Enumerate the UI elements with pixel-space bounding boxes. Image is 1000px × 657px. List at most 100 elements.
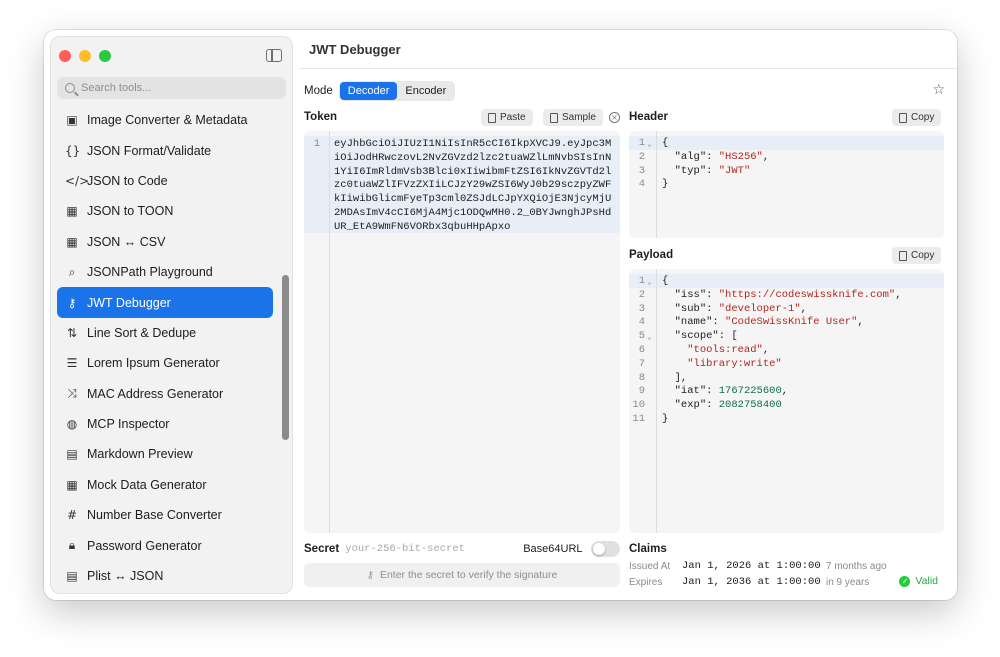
expires-relative: in 9 years xyxy=(826,576,870,588)
header-code-line: "alg": "HS256", xyxy=(674,150,770,163)
sidebar-item-label: Line Sort & Dedupe xyxy=(87,325,197,340)
key-icon: ⚷ xyxy=(366,569,374,581)
payload-line-number: 4 xyxy=(638,316,645,329)
payload-editor[interactable]: 1 ⌄{2 "iss": "https://codeswissknife.com"… xyxy=(629,269,944,533)
sidebar-item-label: JSON ↔ CSV xyxy=(87,234,166,249)
sidebar-item-label: MAC Address Generator xyxy=(87,386,224,401)
sample-button[interactable]: Sample xyxy=(543,109,603,126)
magnifier-icon: ⌕ xyxy=(68,264,76,279)
header-copy-button[interactable]: Copy xyxy=(892,109,942,126)
payload-label: Payload xyxy=(629,249,674,261)
payload-code-line: } xyxy=(662,413,669,425)
claims-label: Claims xyxy=(629,543,667,555)
sidebar-item-label: JWT Debugger xyxy=(87,295,171,310)
base64url-toggle[interactable] xyxy=(590,541,620,557)
header-line-number: 2 xyxy=(638,150,645,163)
payload-code-line: "name": "CodeSwissKnife User", xyxy=(674,316,864,329)
header-line-highlight xyxy=(629,136,944,150)
sidebar-item-json-format-validate[interactable]: {} JSON Format/Validate xyxy=(57,135,273,165)
payload-code-line: "scope": [ xyxy=(674,330,738,343)
payload-code-line: { xyxy=(662,275,669,287)
payload-code-line: "exp": 2082758400 xyxy=(674,399,782,412)
sidebar-item-number-base-converter[interactable]: # Number Base Converter xyxy=(57,500,273,530)
search-input[interactable]: Search tools... xyxy=(57,77,286,99)
paste-button[interactable]: Paste xyxy=(481,109,533,126)
sidebar-item-image-converter-metadata[interactable]: ▣ Image Converter & Metadata xyxy=(57,105,273,135)
sidebar-item-json-to-code[interactable]: </> JSON to Code xyxy=(57,166,273,196)
sidebar-item-line-sort-dedupe[interactable]: ⇅ Line Sort & Dedupe xyxy=(57,318,273,348)
payload-copy-label: Copy xyxy=(911,250,935,261)
header-line-number: 1 xyxy=(638,137,645,149)
issued-at-value: Jan 1, 2026 at 1:00:00 xyxy=(682,560,821,572)
sidebar-item-mcp-inspector[interactable]: ◍ MCP Inspector xyxy=(57,409,273,439)
document-icon: ▤ xyxy=(66,447,78,462)
header-line-number: 3 xyxy=(638,164,645,177)
payload-copy-button[interactable]: Copy xyxy=(892,247,942,264)
sidebar-item-json-to-toon[interactable]: ▦ JSON to TOON xyxy=(57,196,273,226)
sidebar-item-label: Mock Data Generator xyxy=(87,477,207,492)
search-placeholder: Search tools... xyxy=(81,82,152,94)
expires-label: Expires xyxy=(629,576,663,588)
table-icon: ▦ xyxy=(66,477,78,492)
payload-line-number: 8 xyxy=(638,371,645,384)
zoom-window-button[interactable] xyxy=(99,50,111,62)
secret-input[interactable]: your-256-bit-secret xyxy=(345,543,518,555)
checkmark-icon: ✓ xyxy=(899,575,911,587)
header-code-line: "typ": "JWT" xyxy=(674,164,751,177)
sidebar-item-mock-data-generator[interactable]: ▦ Mock Data Generator xyxy=(57,470,273,500)
sidebar-item-jsonpath-playground[interactable]: ⌕ JSONPath Playground xyxy=(57,257,273,287)
sidebar-item-markdown-preview[interactable]: ▤ Markdown Preview xyxy=(57,439,273,469)
close-window-button[interactable] xyxy=(59,50,71,62)
text-lines-icon: ☰ xyxy=(66,356,78,371)
window-controls xyxy=(59,50,111,62)
expires-value: Jan 1, 2036 at 1:00:00 xyxy=(682,576,821,588)
verify-signature-button[interactable]: ⚷ Enter the secret to verify the signatu… xyxy=(304,563,620,587)
token-editor[interactable]: 1 eyJhbGciOiJIUzI1NiIsInR5cCI6IkpXVCJ9.e… xyxy=(304,131,620,533)
mode-label: Mode xyxy=(304,85,333,97)
favorite-star-icon[interactable]: ☆ xyxy=(932,82,945,98)
valid-status-label: Valid xyxy=(915,575,938,587)
clipboard-icon xyxy=(488,112,496,123)
hash-icon: # xyxy=(66,508,78,523)
secret-label: Secret xyxy=(304,543,340,555)
payload-code-line: "sub": "developer-1", xyxy=(674,302,807,315)
main-panel: JWT Debugger Mode Decoder Encoder ☆ Toke… xyxy=(299,30,957,600)
key-icon: ⚷ xyxy=(67,295,77,310)
sidebar-item-label: JSON Format/Validate xyxy=(87,143,212,158)
sidebar-item-label: Markdown Preview xyxy=(87,447,193,462)
sidebar-scrollbar[interactable] xyxy=(282,275,289,440)
fold-chevron-icon[interactable]: ⌄ xyxy=(647,139,652,149)
header-editor[interactable]: 1 ⌄ {2 "alg": "HS256", 3 "typ": "JWT" 4} xyxy=(629,131,944,238)
fold-chevron-icon[interactable]: ⌄ xyxy=(647,277,652,287)
payload-code-line: ], xyxy=(662,371,688,384)
sidebar-item-password-generator[interactable]: 🔒︎ Password Generator xyxy=(57,530,273,560)
sidebar-item-lorem-ipsum-generator[interactable]: ☰ Lorem Ipsum Generator xyxy=(57,348,273,378)
token-text[interactable]: eyJhbGciOiJIUzI1NiIsInR5cCI6IkpXVCJ9.eyJ… xyxy=(334,138,614,235)
table-icon: ▦ xyxy=(66,204,78,219)
sidebar-toggle-icon[interactable] xyxy=(266,49,282,62)
sidebar-item-label: JSONPath Playground xyxy=(87,265,213,280)
clear-x-icon[interactable]: × xyxy=(609,112,620,123)
table-icon: ▦ xyxy=(66,234,78,249)
sidebar-item-jwt-debugger[interactable]: ⚷ JWT Debugger xyxy=(57,287,273,318)
token-gutter xyxy=(304,131,330,533)
valid-status-badge: ✓ Valid xyxy=(899,575,938,587)
sidebar-item-label: Password Generator xyxy=(87,538,202,553)
minimize-window-button[interactable] xyxy=(79,50,91,62)
search-icon xyxy=(65,83,75,93)
verify-label: Enter the secret to verify the signature xyxy=(379,569,558,581)
mode-encoder-button[interactable]: Encoder xyxy=(397,82,454,100)
header-copy-label: Copy xyxy=(911,112,935,123)
sidebar-item-plist-json[interactable]: ▤ Plist ↔ JSON xyxy=(57,561,273,591)
payload-line-number: 2 xyxy=(638,288,645,301)
mode-decoder-button[interactable]: Decoder xyxy=(339,82,398,100)
issued-at-label: Issued At xyxy=(629,560,671,572)
header-code-line: } xyxy=(662,178,669,191)
fold-chevron-icon[interactable]: ⌄ xyxy=(647,332,652,342)
sidebar-item-label: Lorem Ipsum Generator xyxy=(87,356,220,371)
header-code-line: { xyxy=(662,137,669,149)
braces-icon: {} xyxy=(65,143,81,158)
app-window: Search tools... ▣ Image Converter & Metad… xyxy=(44,30,957,600)
sidebar-item-mac-address-generator[interactable]: ⤨ MAC Address Generator xyxy=(57,379,273,409)
sidebar-item-json-csv[interactable]: ▦ JSON ↔ CSV xyxy=(57,227,273,257)
